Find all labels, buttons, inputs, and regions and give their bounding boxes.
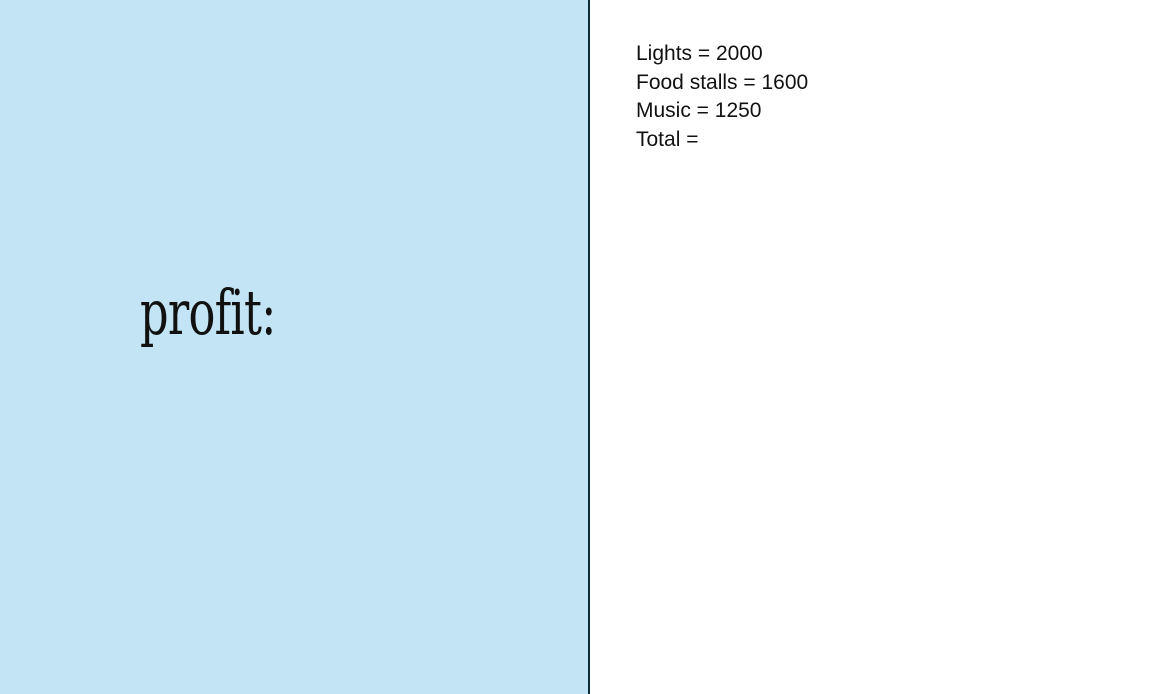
cost-line-total: Total =: [636, 127, 699, 151]
slide-canvas: profit: Lights = 2000 Food stalls = 1600…: [0, 0, 1153, 694]
profit-panel: profit:: [0, 0, 590, 694]
cost-line-food-stalls: Food stalls = 1600: [636, 70, 809, 94]
cost-line-music: Music = 1250: [636, 99, 762, 122]
costs-list: Lights = 2000 Food stalls = 1600 Music =…: [636, 40, 808, 154]
profit-heading: profit:: [140, 276, 276, 349]
cost-line-lights: Lights = 2000: [636, 42, 763, 65]
costs-panel: Lights = 2000 Food stalls = 1600 Music =…: [592, 0, 1153, 694]
